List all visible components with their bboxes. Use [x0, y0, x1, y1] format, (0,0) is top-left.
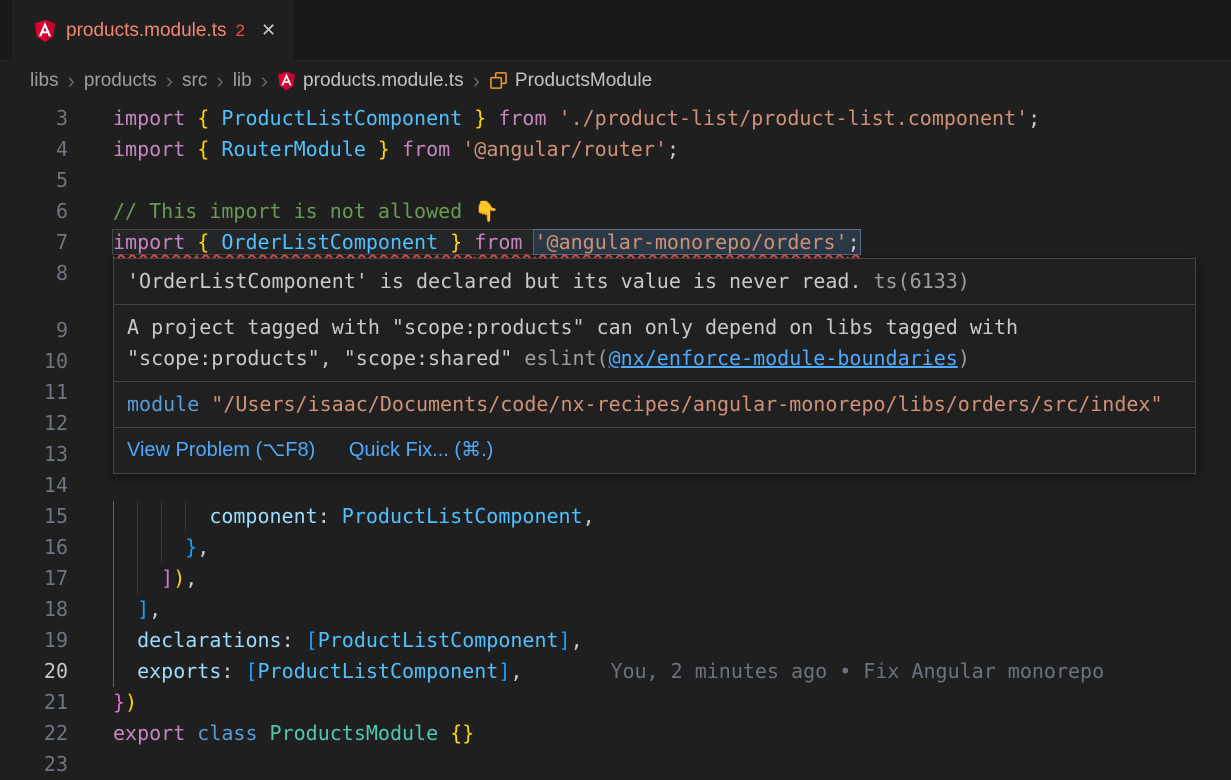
code-content: import { OrderListComponent } from '@ang… [113, 227, 860, 258]
code-content: import { ProductListComponent } from './… [113, 103, 1040, 134]
chevron-right-icon: › [473, 70, 480, 92]
line-number: 3 [0, 103, 68, 134]
line-number: 5 [0, 165, 68, 196]
chevron-right-icon: › [166, 70, 173, 92]
class-symbol-icon [489, 71, 508, 90]
breadcrumb-item-src[interactable]: src [182, 70, 207, 92]
line-number: 12 [0, 408, 68, 439]
code-content: }, [113, 532, 209, 563]
line-number: 11 [0, 377, 68, 408]
line-number: 22 [0, 718, 68, 749]
hover-popup: 'OrderListComponent' is declared but its… [113, 258, 1196, 474]
chevron-right-icon: › [216, 70, 223, 92]
angular-icon [34, 19, 56, 43]
code-line[interactable]: 18], [0, 594, 1231, 625]
code-line[interactable]: 15 component: ProductListComponent, [0, 501, 1231, 532]
ts-message: 'OrderListComponent' is declared but its… [127, 269, 862, 293]
breadcrumb-symbol-label: ProductsModule [515, 70, 652, 92]
view-problem-link[interactable]: View Problem (⌥F8) [127, 439, 315, 461]
line-number: 6 [0, 196, 68, 227]
eslint-rule-link[interactable]: @nx/enforce-module-boundaries [609, 346, 958, 370]
code-line[interactable]: 4 import { RouterModule } from '@angular/… [0, 134, 1231, 165]
tab-title: products.module.ts [66, 20, 227, 42]
chevron-right-icon: › [68, 70, 75, 92]
code-line[interactable]: 23 [0, 749, 1231, 780]
code-line[interactable]: 6 // This import is not allowed 👇 [0, 196, 1231, 227]
eslint-source-prefix: eslint( [524, 346, 608, 370]
line-number: 16 [0, 532, 68, 563]
code-content: declarations: [ProductListComponent], [113, 625, 583, 656]
hover-module-info: module "/Users/isaac/Documents/code/nx-re… [114, 381, 1195, 427]
code-content: import { RouterModule } from '@angular/r… [113, 134, 679, 165]
code-line[interactable]: 17]), [0, 563, 1231, 594]
tab-error-count: 2 [236, 21, 245, 41]
line-number: 13 [0, 439, 68, 470]
code-line[interactable]: 3 import { ProductListComponent } from '.… [0, 103, 1231, 134]
hover-eslint-diagnostic: A project tagged with "scope:products" c… [114, 304, 1195, 381]
code-content: component: ProductListComponent, [113, 501, 595, 532]
breadcrumb-item-lib[interactable]: lib [233, 70, 252, 92]
tab-products-module[interactable]: products.module.ts 2 ✕ [12, 0, 294, 61]
code-content: ]), [113, 563, 197, 594]
module-keyword: module [127, 392, 199, 416]
code-content: }) [113, 687, 137, 718]
eslint-source-suffix: ) [958, 346, 970, 370]
line-number: 10 [0, 346, 68, 377]
breadcrumb: libs › products › src › lib › products.m… [0, 61, 1231, 100]
line-number: 21 [0, 687, 68, 718]
line-number: 20 [0, 656, 68, 687]
tab-bar: products.module.ts 2 ✕ [0, 0, 1231, 61]
code-line[interactable]: 21}) [0, 687, 1231, 718]
ts-error-code: ts(6133) [874, 269, 970, 293]
angular-icon [277, 71, 296, 91]
hover-ts-diagnostic: 'OrderListComponent' is declared but its… [114, 259, 1195, 304]
line-number: 18 [0, 594, 68, 625]
line-number: 9 [0, 315, 68, 346]
code-line[interactable]: 14 [0, 470, 1231, 501]
line-number: 8 [0, 258, 68, 289]
line-number: 19 [0, 625, 68, 656]
code-line[interactable]: 5 [0, 165, 1231, 196]
line-number: 17 [0, 563, 68, 594]
line-number: 15 [0, 501, 68, 532]
code-line[interactable]: 7 import { OrderListComponent } from '@an… [0, 227, 1231, 258]
chevron-right-icon: › [261, 70, 268, 92]
breadcrumb-item-file[interactable]: products.module.ts [277, 70, 464, 92]
line-number: 14 [0, 470, 68, 501]
tab-close-button[interactable]: ✕ [261, 20, 276, 41]
editor: 3 import { ProductListComponent } from '.… [0, 100, 1231, 780]
code-content: // This import is not allowed 👇 [113, 196, 499, 227]
code-line[interactable]: 20 exports: [ProductListComponent],You, 2… [0, 656, 1231, 687]
line-number: 7 [0, 227, 68, 258]
code-content: ], [113, 594, 161, 625]
breadcrumb-file-label: products.module.ts [303, 70, 464, 92]
line-number: 23 [0, 749, 68, 780]
vscode-window: products.module.ts 2 ✕ libs › products ›… [0, 0, 1231, 780]
quick-fix-link[interactable]: Quick Fix... (⌘.) [349, 439, 493, 461]
code-line[interactable]: 19 declarations: [ProductListComponent], [0, 625, 1231, 656]
code-line[interactable]: 22 export class ProductsModule {} [0, 718, 1231, 749]
hover-actions: View Problem (⌥F8) Quick Fix... (⌘.) [114, 427, 1195, 473]
code-content: exports: [ProductListComponent],You, 2 m… [113, 656, 1104, 687]
breadcrumb-item-libs[interactable]: libs [30, 70, 59, 92]
code-line[interactable]: 16}, [0, 532, 1231, 563]
git-blame-annotation: You, 2 minutes ago • Fix Angular monorep… [610, 659, 1104, 683]
code-content: export class ProductsModule {} [113, 718, 474, 749]
breadcrumb-item-products[interactable]: products [84, 70, 157, 92]
breadcrumb-item-symbol[interactable]: ProductsModule [489, 70, 652, 92]
line-number: 4 [0, 134, 68, 165]
module-path: "/Users/isaac/Documents/code/nx-recipes/… [211, 392, 1162, 416]
